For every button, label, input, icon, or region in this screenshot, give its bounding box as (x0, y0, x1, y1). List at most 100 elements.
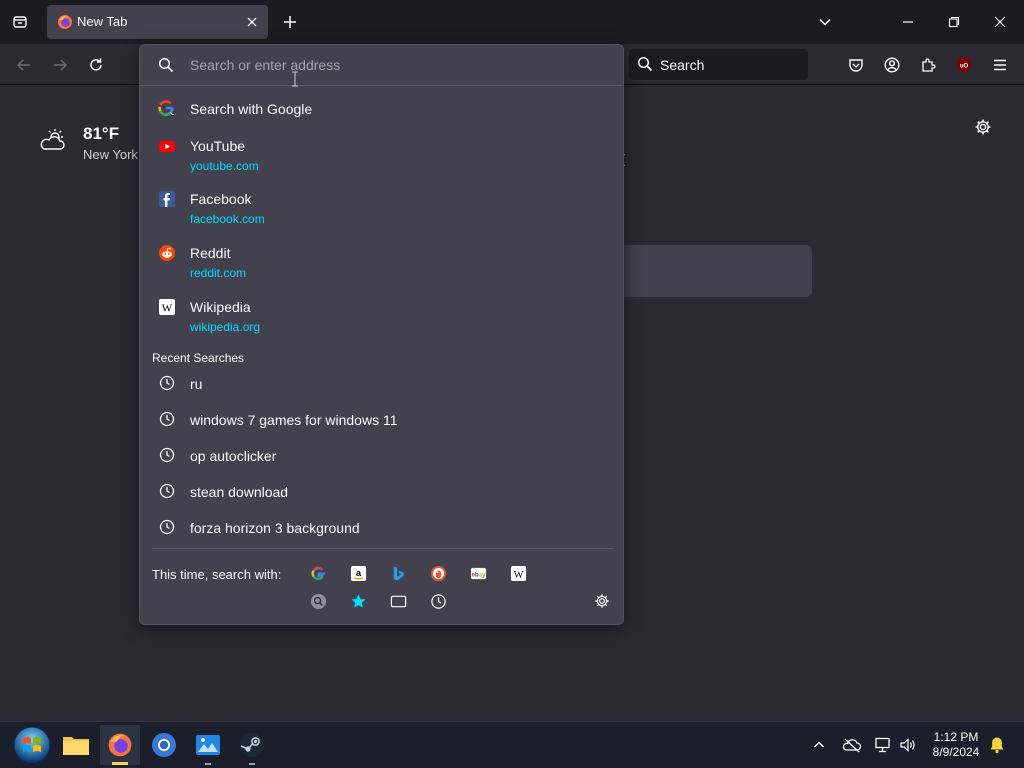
recent-search-text: op autoclicker (190, 448, 277, 464)
tab-strip: New Tab (0, 0, 1024, 44)
personalize-button[interactable] (972, 116, 994, 138)
shortcut-url: facebook.com (190, 212, 265, 226)
shortcut-url: youtube.com (190, 159, 259, 173)
back-button[interactable] (11, 52, 37, 78)
svg-text:a: a (355, 567, 361, 578)
svg-text:W: W (162, 303, 173, 315)
tab-close-button[interactable] (244, 14, 260, 30)
urlbar-popup: Search with Google YouTube youtube.com F… (139, 44, 624, 625)
pocket-button[interactable] (844, 53, 868, 77)
search-settings-button[interactable] (592, 591, 612, 611)
account-icon (884, 57, 900, 73)
search-icon (158, 57, 174, 73)
puzzle-icon (922, 58, 936, 72)
folder-icon (63, 737, 89, 755)
recent-search-text: stean download (190, 484, 289, 500)
running-indicator (249, 763, 255, 765)
history-clock-icon (158, 482, 176, 500)
photos-taskbar-button[interactable] (188, 725, 228, 765)
shortcut-url: reddit.com (190, 266, 247, 280)
network-icon (875, 737, 890, 753)
firefox-taskbar-button[interactable] (100, 725, 140, 765)
tabs-icon[interactable] (388, 591, 408, 611)
app-menu-button[interactable] (988, 53, 1012, 77)
bing-icon[interactable] (388, 563, 408, 583)
ublock-origin-button[interactable]: uO (952, 53, 976, 77)
google-search-icon (158, 100, 176, 118)
running-indicator (205, 763, 211, 765)
history-clock-icon (158, 518, 176, 536)
weather-location[interactable]: New York (83, 147, 138, 162)
search-bar-label: Search (660, 57, 705, 73)
extensions-button[interactable] (916, 53, 940, 77)
tab-title: New Tab (77, 14, 128, 29)
svg-text:uO: uO (960, 64, 969, 70)
wikipedia-icon[interactable]: W (508, 563, 528, 583)
shortcut-row[interactable]: YouTube youtube.com (146, 133, 618, 177)
urlbar (140, 45, 623, 87)
ebay-icon[interactable]: ebay (468, 563, 488, 583)
search-engine-icon[interactable] (308, 591, 328, 611)
partly-sunny-icon (40, 129, 65, 150)
url-input[interactable] (190, 54, 610, 76)
search-icon (637, 56, 653, 72)
search-with-google-row[interactable]: Search with Google (146, 97, 618, 121)
reload-button[interactable] (83, 52, 109, 78)
new-tab-button[interactable] (278, 8, 302, 36)
speaker-icon (900, 738, 915, 752)
page-search-box[interactable] (600, 245, 812, 297)
search-with-label: This time, search with: (152, 567, 282, 582)
show-hidden-icons-button[interactable] (808, 734, 830, 756)
duckduckgo-icon[interactable] (428, 563, 448, 583)
volume-tray-icon[interactable] (897, 734, 919, 756)
recent-search-text: forza horizon 3 background (190, 520, 360, 536)
recent-search-row[interactable]: forza horizon 3 background (146, 516, 618, 540)
wikipedia-icon: W (158, 298, 176, 316)
chromium-icon (152, 733, 176, 757)
recent-search-row[interactable]: ru (146, 372, 618, 396)
shortcut-row[interactable]: Reddit reddit.com (146, 240, 618, 284)
browser-taskbar-button[interactable] (144, 725, 184, 765)
list-all-tabs-button[interactable] (813, 10, 837, 34)
steam-taskbar-button[interactable] (232, 725, 272, 765)
recent-search-row[interactable]: stean download (146, 480, 618, 504)
shortcut-row[interactable]: W Wikipedia wikipedia.org (146, 294, 618, 338)
start-button[interactable] (12, 725, 52, 765)
recent-search-row[interactable]: windows 7 games for windows 11 (146, 408, 618, 432)
youtube-icon (158, 137, 176, 155)
search-bar[interactable]: Search (629, 49, 808, 80)
forward-button[interactable] (47, 52, 73, 78)
gear-icon (975, 119, 991, 135)
google-icon[interactable] (308, 563, 328, 583)
recent-search-row[interactable]: op autoclicker (146, 444, 618, 468)
facebook-icon (158, 190, 176, 208)
shortcut-row[interactable]: Facebook facebook.com (146, 186, 618, 230)
tab-list-button[interactable] (6, 8, 34, 36)
taskbar-clock[interactable]: 1:12 PM 8/9/2024 (922, 730, 990, 760)
amazon-icon[interactable]: a (348, 563, 368, 583)
notifications-button[interactable] (986, 734, 1008, 756)
plus-icon (284, 16, 296, 28)
network-tray-icon[interactable] (872, 734, 894, 756)
bookmarks-icon[interactable] (348, 591, 368, 611)
pocket-icon (849, 59, 863, 72)
onedrive-tray-icon[interactable] (841, 734, 863, 756)
clock-date: 8/9/2024 (932, 745, 980, 759)
chevron-up-icon (813, 741, 825, 748)
windows-orb-icon (13, 726, 51, 764)
file-explorer-taskbar-button[interactable] (56, 725, 96, 765)
restore-button[interactable] (931, 6, 977, 38)
active-indicator (112, 762, 128, 765)
hamburger-menu-icon (994, 59, 1006, 71)
close-window-button[interactable] (977, 6, 1023, 38)
tab-new-tab[interactable]: New Tab (47, 5, 268, 39)
shortcut-title: Wikipedia (190, 299, 251, 315)
restore-icon (948, 16, 960, 28)
bell-icon (990, 737, 1004, 754)
reload-icon (90, 58, 102, 71)
clock-time: 1:12 PM (933, 730, 979, 744)
reddit-icon (158, 244, 176, 262)
account-button[interactable] (880, 53, 904, 77)
history-icon[interactable] (428, 591, 448, 611)
minimize-button[interactable] (885, 6, 931, 38)
